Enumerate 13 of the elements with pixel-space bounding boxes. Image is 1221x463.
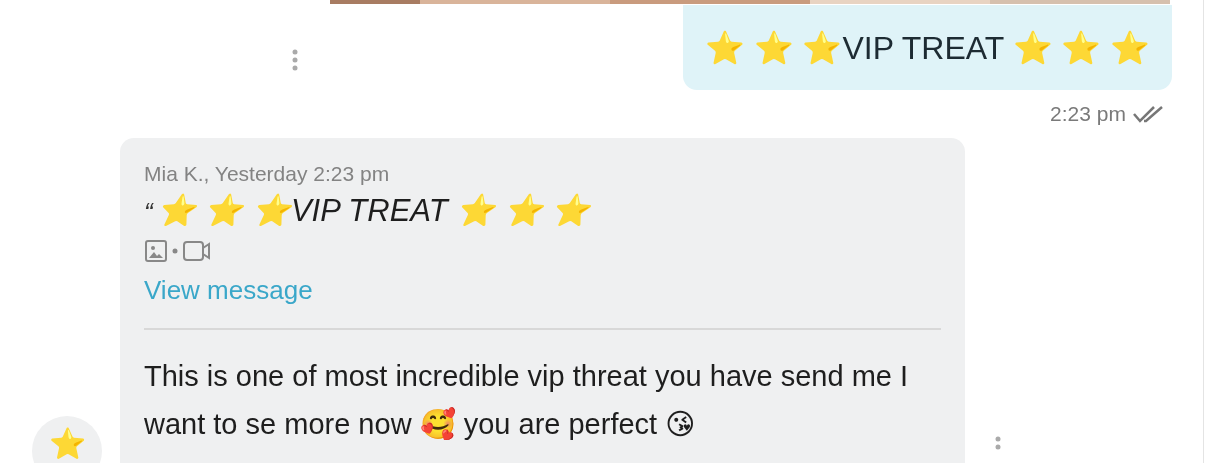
message-text: This is one of most incredible vip threat you have send me I want to se more now 🥰 you are perfect 😘 xyxy=(144,359,910,442)
video-icon xyxy=(182,239,212,263)
message-text: ⭐ ⭐ ⭐VIP TREAT ⭐ ⭐ ⭐ xyxy=(704,28,1151,67)
separator-dot-icon xyxy=(172,248,178,254)
quote-author: Mia K., Yesterday 2:23 pm xyxy=(144,162,391,186)
image-icon xyxy=(144,239,168,263)
more-options-icon[interactable] xyxy=(995,436,1001,450)
quote-mark: “ xyxy=(144,197,153,228)
quote-text: ⭐ ⭐ ⭐VIP TREAT ⭐ ⭐ ⭐ xyxy=(156,192,591,229)
view-message-link[interactable]: View message xyxy=(144,275,941,306)
more-options-icon[interactable] xyxy=(292,49,298,71)
avatar[interactable]: ⭐ xyxy=(32,416,102,463)
message-time: 2:23 pm xyxy=(1050,102,1126,126)
